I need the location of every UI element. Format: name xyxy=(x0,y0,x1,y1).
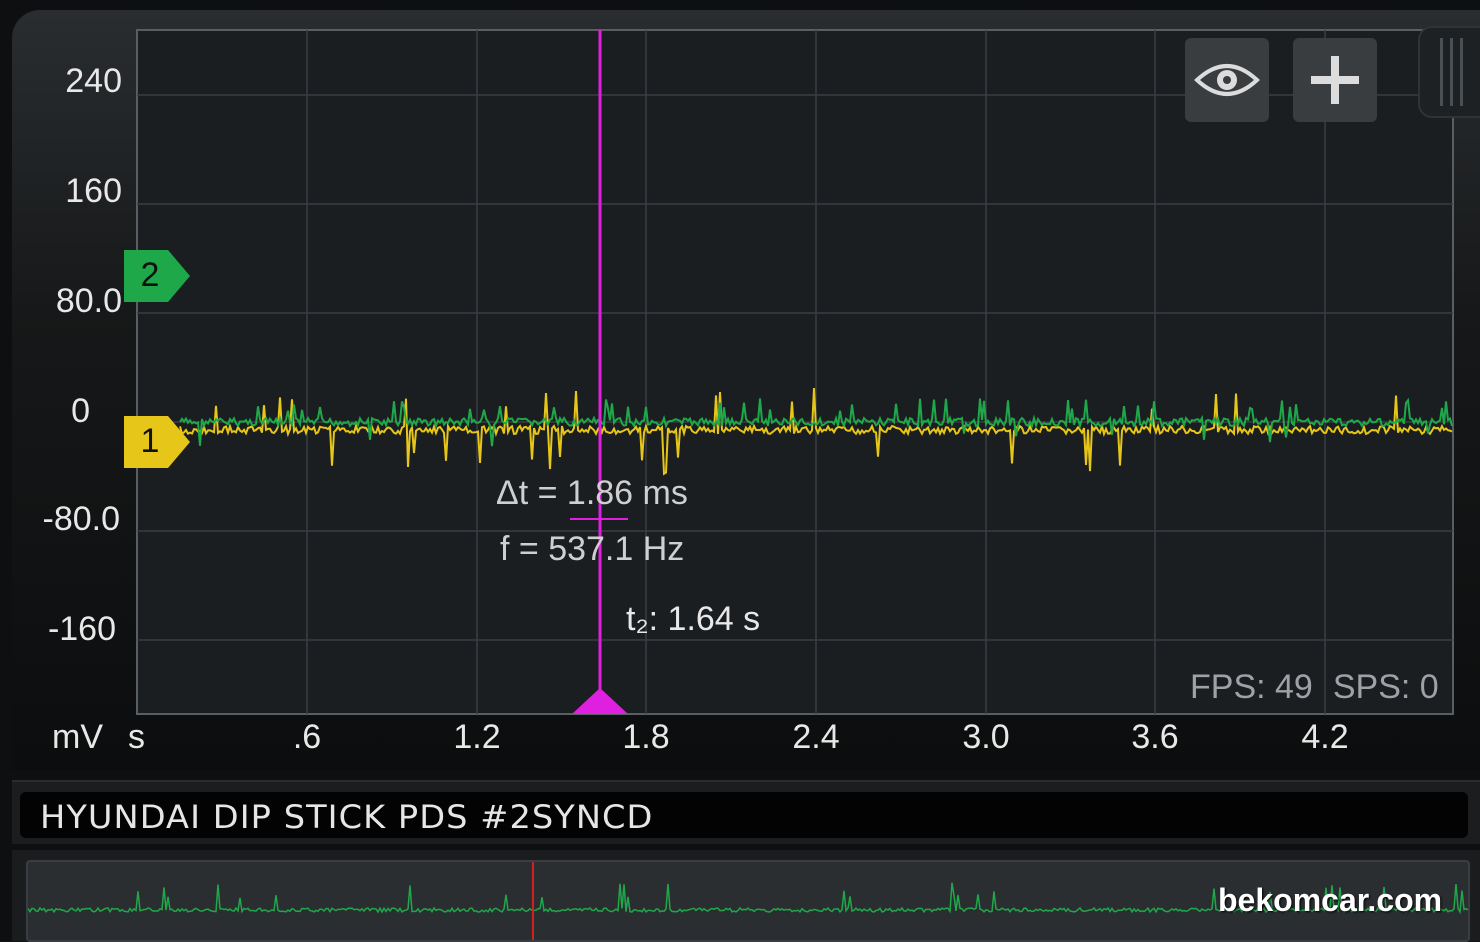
stats-readout: FPS: 49 SPS: 0 xyxy=(1190,668,1459,707)
y-tick-neg160: -160 xyxy=(47,610,116,648)
cursor-time-readout: t₂: 1.64 s xyxy=(626,600,761,638)
visibility-button[interactable] xyxy=(1185,38,1269,122)
watermark: bekomcar.com xyxy=(1218,882,1443,918)
channel-2-marker[interactable]: 2 xyxy=(122,248,190,304)
x-tick: 1.8 xyxy=(622,718,670,756)
delta-t-readout: Δt = 1.86 ms xyxy=(496,474,688,512)
plot-area xyxy=(136,29,1454,715)
x-unit-label: s xyxy=(128,718,145,756)
frequency-readout: f = 537.1 Hz xyxy=(500,530,685,568)
x-tick: 3.0 xyxy=(962,718,1010,756)
title-bar: HYUNDAI DIP STICK PDS #2SYNCD xyxy=(12,780,1480,844)
add-channel-button[interactable] xyxy=(1293,38,1377,122)
channel-1-marker[interactable]: 1 xyxy=(122,414,190,470)
x-tick: 3.6 xyxy=(1131,718,1179,756)
title-field[interactable]: HYUNDAI DIP STICK PDS #2SYNCD xyxy=(20,792,1468,838)
x-tick: 1.2 xyxy=(453,718,501,756)
y-tick-240: 240 xyxy=(65,62,122,100)
sps-readout: SPS: 0 xyxy=(1332,668,1439,706)
y-unit-label: mV xyxy=(52,718,103,756)
fps-readout: FPS: 49 xyxy=(1190,668,1313,706)
x-tick: .6 xyxy=(292,718,322,756)
y-tick-0: 0 xyxy=(71,392,90,430)
x-tick: 2.4 xyxy=(792,718,840,756)
y-tick-neg80: -80.0 xyxy=(42,500,121,538)
session-title: HYUNDAI DIP STICK PDS #2SYNCD xyxy=(40,798,654,836)
x-tick: 4.2 xyxy=(1301,718,1349,756)
app-frame: 240 160 80.0 0 -80.0 -160 mV s .6 1.2 1.… xyxy=(0,0,1480,942)
eye-icon xyxy=(1194,64,1260,96)
y-tick-80: 80.0 xyxy=(55,282,122,320)
plus-icon xyxy=(1311,56,1359,104)
y-tick-160: 160 xyxy=(65,172,122,210)
side-drawer-handle[interactable] xyxy=(1418,26,1480,118)
